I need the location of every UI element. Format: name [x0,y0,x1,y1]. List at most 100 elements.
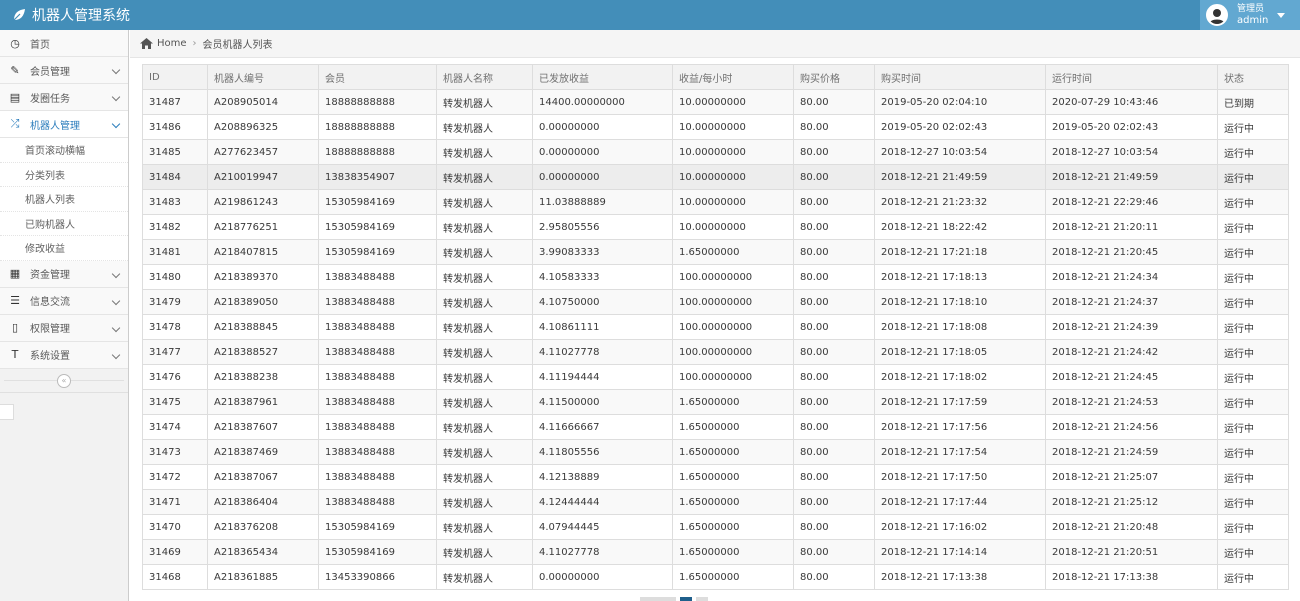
column-header[interactable]: 机器人名称 [436,64,533,90]
column-header[interactable]: 已发放收益 [532,64,673,90]
collapse-sidebar-icon[interactable]: « [57,373,71,388]
sidebar-subitem-robot-list[interactable]: 机器人列表 [0,187,128,212]
table-row[interactable]: 31473 A218387469 13883488488 转发机器人 4.1180555… [142,439,1289,465]
table-cell: 运行中 [1217,114,1289,140]
table-cell: 运行中 [1217,214,1289,240]
table-cell: 运行中 [1217,264,1289,290]
table-cell: 已到期 [1217,89,1289,115]
sidebar-item-tasks[interactable]: ▤ 发圈任务 [0,84,128,111]
pager-button[interactable] [640,597,676,601]
sidebar-subitem-edit-earnings[interactable]: 修改收益 [0,236,128,261]
table-cell: 2020-07-29 10:43:46 [1045,89,1218,115]
table-cell: 2018-12-21 17:18:10 [874,289,1046,315]
table-cell: 2018-12-21 17:17:50 [874,464,1046,490]
table-cell: 运行中 [1217,489,1289,515]
pager-button[interactable] [696,597,708,601]
table-row[interactable]: 31486 A208896325 18888888888 转发机器人 0.0000000… [142,114,1289,140]
table-cell: 运行中 [1217,564,1289,590]
table-row[interactable]: 31470 A218376208 15305984169 转发机器人 4.0794444… [142,514,1289,540]
table-row[interactable]: 31472 A218387067 13883488488 转发机器人 4.1213888… [142,464,1289,490]
sidebar-item-home[interactable]: ◷ 首页 [0,30,128,57]
table-row[interactable]: 31476 A218388238 13883488488 转发机器人 4.1119444… [142,364,1289,390]
table-row[interactable]: 31475 A218387961 13883488488 转发机器人 4.1150000… [142,389,1289,415]
breadcrumb-home[interactable]: Home [157,38,187,49]
sidebar-subitem-banner[interactable]: 首页滚动横幅 [0,138,128,163]
table-row[interactable]: 31485 A277623457 18888888888 转发机器人 0.0000000… [142,139,1289,165]
sidebar-subitem-purchased[interactable]: 已购机器人 [0,211,128,236]
table-cell: 4.12138889 [532,464,673,490]
table-cell: 100.00000000 [672,289,794,315]
table-row[interactable]: 31468 A218361885 13453390866 转发机器人 0.0000000… [142,564,1289,590]
sidebar-item-messages[interactable]: ☰ 信息交流 [0,287,128,315]
table-row[interactable]: 31469 A218365434 15305984169 转发机器人 4.1102777… [142,539,1289,565]
sidebar-item-label: 权限管理 [30,324,70,335]
table-cell: 2018-12-21 21:24:53 [1045,389,1218,415]
column-header[interactable]: 机器人编号 [207,64,319,90]
column-header[interactable]: 状态 [1217,64,1289,90]
column-header[interactable]: ID [142,64,208,90]
table-cell: 运行中 [1217,239,1289,265]
pager-current[interactable] [680,597,692,601]
chevron-down-icon [111,92,121,102]
table-cell: 31483 [142,189,208,215]
sidebar-item-permissions[interactable]: ▯ 权限管理 [0,314,128,342]
table-row[interactable]: 31484 A210019947 13838354907 转发机器人 0.0000000… [142,164,1289,190]
table-cell: 31468 [142,564,208,590]
table-cell: 转发机器人 [436,514,533,540]
sidebar-item-label: 首页 [30,39,50,51]
table-cell: 10.00000000 [672,164,794,190]
table-cell: 2018-12-21 17:18:02 [874,364,1046,390]
table-row[interactable]: 31478 A218388845 13883488488 转发机器人 4.1086111… [142,314,1289,340]
table-cell: 运行中 [1217,164,1289,190]
table-cell: 31470 [142,514,208,540]
table-cell: 31481 [142,239,208,265]
table-cell: 80.00 [793,289,875,315]
table-cell: 11.03888889 [532,189,673,215]
table-cell: 4.11805556 [532,439,673,465]
sidebar-toggle-stub[interactable] [0,404,14,420]
table-cell: A210019947 [207,164,319,190]
table-cell: 1.65000000 [672,239,794,265]
table-cell: 2018-12-21 21:25:07 [1045,464,1218,490]
sidebar-item-robots[interactable]: ⤮ 机器人管理 [0,111,128,138]
table-cell: 31480 [142,264,208,290]
table-cell: 2018-12-21 21:20:11 [1045,214,1218,240]
table-cell: 80.00 [793,214,875,240]
column-header[interactable]: 收益/每小时 [672,64,794,90]
table-cell: 80.00 [793,164,875,190]
table-cell: A218389370 [207,264,319,290]
chevron-down-icon [111,269,121,278]
column-header[interactable]: 运行时间 [1045,64,1218,90]
table-row[interactable]: 31479 A218389050 13883488488 转发机器人 4.1075000… [142,289,1289,315]
table-cell: 80.00 [793,139,875,165]
table-cell: 4.11666667 [532,414,673,440]
table-cell: 15305984169 [318,214,437,240]
table-cell: 2018-12-21 21:20:45 [1045,239,1218,265]
table-row[interactable]: 31481 A218407815 15305984169 转发机器人 3.9908333… [142,239,1289,265]
table-cell: 10.00000000 [672,114,794,140]
table-cell: A218387469 [207,439,319,465]
brand[interactable]: 机器人管理系统 [12,0,130,30]
dashboard-icon: ◷ [10,36,20,50]
sidebar-subitem-categories[interactable]: 分类列表 [0,162,128,187]
column-header[interactable]: 会员 [318,64,437,90]
column-header[interactable]: 购买价格 [793,64,875,90]
sidebar-item-label: 机器人管理 [30,120,80,132]
table-row[interactable]: 31487 A208905014 18888888888 转发机器人 14400.000… [142,89,1289,115]
table-row[interactable]: 31471 A218386404 13883488488 转发机器人 4.1244444… [142,489,1289,515]
table-cell: 2019-05-20 02:02:43 [1045,114,1218,140]
sidebar-item-settings[interactable]: T 系统设置 [0,341,128,369]
table-cell: 100.00000000 [672,364,794,390]
home-icon [140,38,153,49]
user-menu[interactable]: 管理员 admin [1200,0,1300,30]
table-row[interactable]: 31474 A218387607 13883488488 转发机器人 4.1166666… [142,414,1289,440]
table-cell: 2018-12-21 18:22:42 [874,214,1046,240]
table-cell: 31469 [142,539,208,565]
sidebar-item-members[interactable]: ✎ 会员管理 [0,57,128,84]
table-row[interactable]: 31483 A219861243 15305984169 转发机器人 11.038888… [142,189,1289,215]
sidebar-item-funds[interactable]: ▦ 资金管理 [0,260,128,288]
table-row[interactable]: 31482 A218776251 15305984169 转发机器人 2.9580555… [142,214,1289,240]
column-header[interactable]: 购买时间 [874,64,1046,90]
table-row[interactable]: 31480 A218389370 13883488488 转发机器人 4.1058333… [142,264,1289,290]
table-row[interactable]: 31477 A218388527 13883488488 转发机器人 4.1102777… [142,339,1289,365]
